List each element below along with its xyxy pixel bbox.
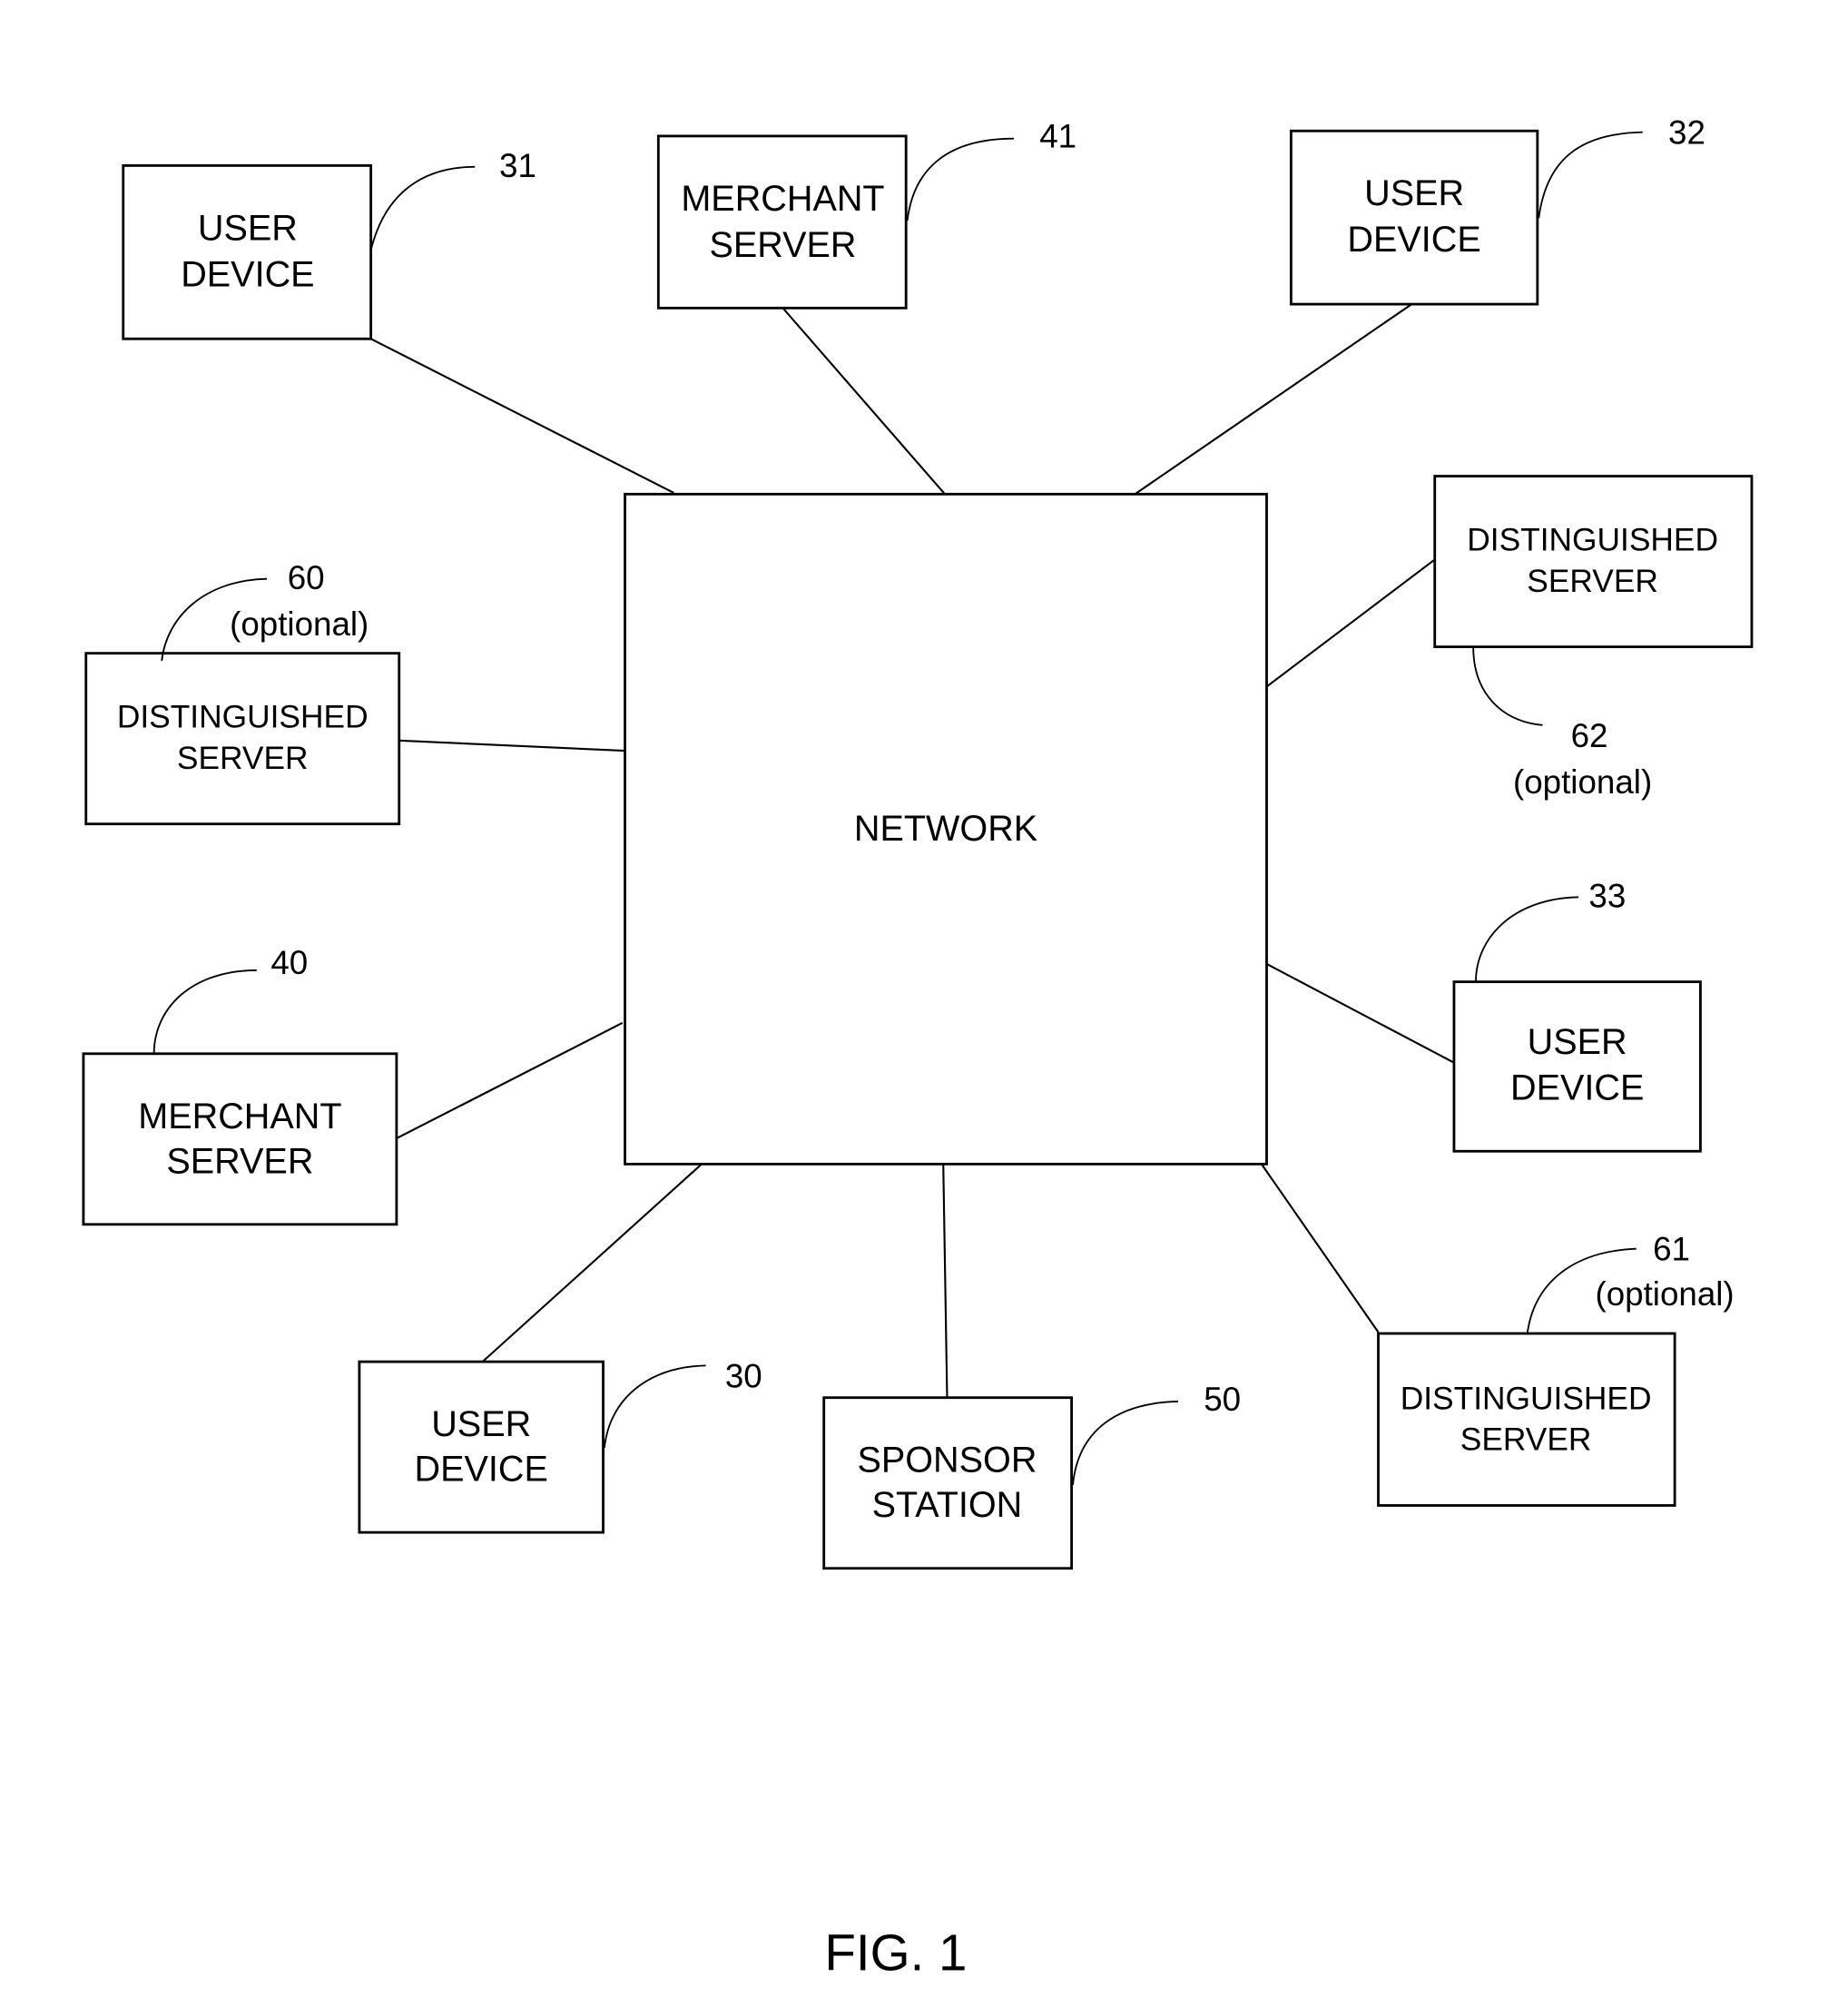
ref-number: 31 xyxy=(499,147,536,184)
ref-number: 40 xyxy=(270,944,308,981)
node-label-line1: MERCHANT xyxy=(681,179,884,219)
edge-sponsor-station-50 xyxy=(942,1162,949,1397)
node-user-device-32[interactable]: USER DEVICE 32 xyxy=(1289,113,1705,306)
edge-distinguished-server-62 xyxy=(1265,558,1436,688)
node-user-device-30[interactable]: USER DEVICE 30 xyxy=(358,1357,762,1534)
ref-number: 41 xyxy=(1039,118,1076,155)
node-box xyxy=(1289,129,1539,306)
node-label-line2: SERVER xyxy=(709,225,856,265)
node-label-line2: SERVER xyxy=(1460,1422,1592,1458)
node-label-line1: USER xyxy=(1528,1022,1627,1062)
node-label-line2: SERVER xyxy=(166,1141,313,1181)
ref-note: (optional) xyxy=(1595,1275,1734,1313)
edge-distinguished-server-61 xyxy=(1260,1163,1380,1333)
leader-line xyxy=(906,137,1014,221)
node-distinguished-server-60[interactable]: DISTINGUISHED SERVER 60 (optional) xyxy=(84,559,401,826)
node-label-line2: SERVER xyxy=(177,741,309,776)
ref-number: 33 xyxy=(1588,878,1626,915)
node-label-line2: DEVICE xyxy=(181,254,314,294)
node-box xyxy=(82,1052,398,1226)
ref-number: 50 xyxy=(1204,1381,1241,1418)
node-label-line2: DEVICE xyxy=(1510,1068,1644,1108)
leader-line xyxy=(152,969,257,1054)
node-user-device-33[interactable]: USER DEVICE 33 xyxy=(1452,878,1702,1153)
node-label-line2: DEVICE xyxy=(415,1450,548,1490)
leader-line xyxy=(1538,131,1643,219)
node-box xyxy=(1452,980,1702,1153)
edge-user-device-30 xyxy=(481,1160,705,1362)
edge-user-device-32 xyxy=(1128,303,1412,499)
node-label-line2: DEVICE xyxy=(1347,220,1480,260)
node-box xyxy=(822,1396,1074,1570)
leader-line xyxy=(369,165,476,251)
node-box xyxy=(1433,475,1754,649)
node-merchant-server-41[interactable]: MERCHANT SERVER 41 xyxy=(656,118,1076,310)
node-box xyxy=(84,652,401,826)
node-label-line1: DISTINGUISHED xyxy=(117,700,369,735)
edge-merchant-server-40 xyxy=(396,1021,624,1140)
node-label-line1: USER xyxy=(1364,173,1464,213)
ref-number: 61 xyxy=(1653,1230,1690,1267)
leader-line xyxy=(1072,1401,1178,1485)
node-label-line1: MERCHANT xyxy=(138,1097,341,1136)
node-user-device-31[interactable]: USER DEVICE 31 xyxy=(122,147,536,340)
node-merchant-server-40[interactable]: MERCHANT SERVER 40 xyxy=(82,944,398,1226)
node-box xyxy=(358,1360,605,1534)
ref-number: 32 xyxy=(1668,113,1705,151)
ref-note: (optional) xyxy=(230,605,369,643)
ref-note: (optional) xyxy=(1513,763,1652,801)
node-label-line1: DISTINGUISHED xyxy=(1401,1381,1652,1416)
node-distinguished-server-62[interactable]: DISTINGUISHED SERVER 62 (optional) xyxy=(1433,475,1754,801)
leader-line xyxy=(1475,896,1579,982)
node-label-line2: SERVER xyxy=(1527,564,1658,599)
node-label-line1: SPONSOR xyxy=(857,1441,1037,1481)
node-label-line1: USER xyxy=(198,208,298,248)
node-label-line1: USER xyxy=(431,1404,531,1444)
node-box xyxy=(122,163,373,340)
edge-user-device-31 xyxy=(370,338,674,494)
edge-user-device-33 xyxy=(1263,961,1455,1064)
node-label-line2: STATION xyxy=(872,1485,1023,1525)
ref-number: 30 xyxy=(725,1357,762,1394)
network-diagram: NETWORK USER DEVICE 31 MERCHANT SERVER 4… xyxy=(82,113,1754,1981)
ref-number: 62 xyxy=(1571,717,1608,754)
node-sponsor-station-50[interactable]: SPONSOR STATION 50 xyxy=(822,1381,1241,1570)
ref-number: 60 xyxy=(288,559,325,596)
edge-distinguished-server-60 xyxy=(398,739,625,753)
edge-merchant-server-41 xyxy=(781,307,949,497)
network-label: NETWORK xyxy=(854,809,1037,849)
figure-caption: FIG. 1 xyxy=(824,1923,967,1981)
node-distinguished-server-61[interactable]: DISTINGUISHED SERVER 61 (optional) xyxy=(1377,1230,1735,1507)
network-node[interactable]: NETWORK xyxy=(624,492,1268,1166)
node-label-line1: DISTINGUISHED xyxy=(1467,523,1718,558)
node-box xyxy=(1377,1332,1676,1507)
node-box xyxy=(656,134,908,310)
leader-line xyxy=(1472,646,1543,726)
leader-line xyxy=(604,1364,706,1448)
